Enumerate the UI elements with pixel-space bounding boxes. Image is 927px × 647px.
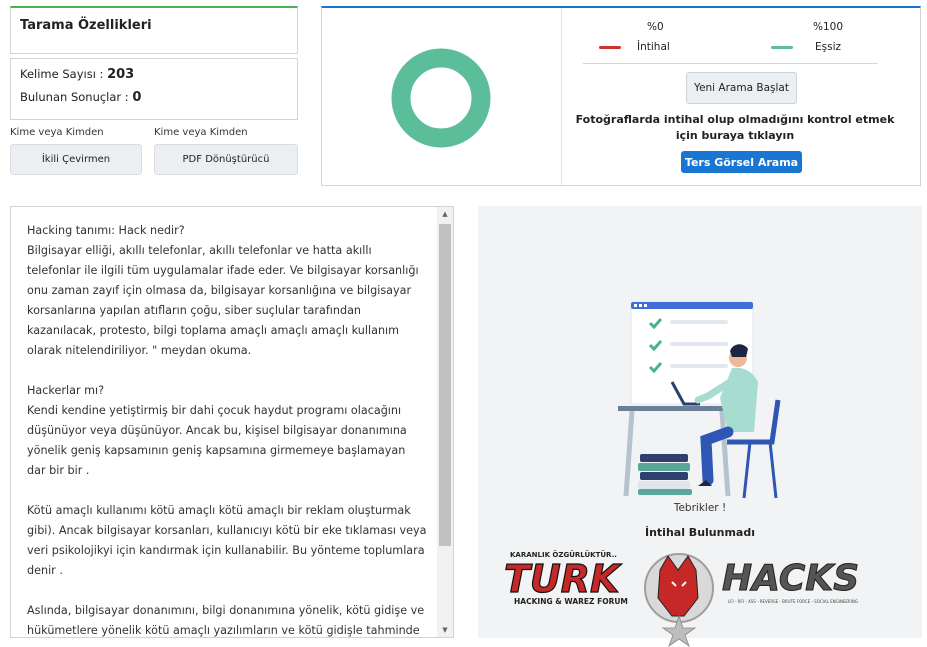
results-found-label: Bulunan Sonuçlar : bbox=[20, 90, 129, 104]
donut-unique-ring bbox=[391, 48, 491, 148]
logo-right-small: LFI - RFI - XSS - REVERSE - BRUTE FORCE … bbox=[728, 599, 858, 604]
congrats-text: Tebrikler ! bbox=[673, 502, 727, 514]
photo-check-note[interactable]: Fotoğraflarda intihal olup olmadığını ko… bbox=[575, 112, 895, 144]
logo-brand-right: HACKS bbox=[722, 558, 859, 599]
book-stack bbox=[638, 454, 692, 495]
plagiarism-percent: %0 bbox=[647, 21, 664, 33]
translator-caption: Kime veya Kimden bbox=[10, 127, 104, 138]
scan-stats-box: Kelime Sayısı : 203 Bulunan Sonuçlar : 0 bbox=[10, 58, 298, 120]
checked-text-area[interactable]: Hacking tanımı: Hack nedir? Bilgisayar e… bbox=[10, 206, 454, 638]
plagiarism-legend-label: İntihal bbox=[637, 41, 670, 53]
logo-tagline: HACKING & WAREZ FORUM bbox=[514, 597, 628, 606]
plagiarism-legend-swatch bbox=[599, 46, 621, 49]
word-count-value: 203 bbox=[107, 67, 135, 82]
turkhacks-watermark-logo: KARANLIK ÖZGÜRLÜKTÜR.. TURK HACKING & WA… bbox=[503, 550, 860, 647]
chair-legs bbox=[742, 441, 778, 499]
word-count-line: Kelime Sayısı : 203 bbox=[20, 67, 134, 82]
new-search-button[interactable]: Yeni Arama Başlat bbox=[686, 72, 797, 104]
pdf-converter-button[interactable]: PDF Dönüştürücü bbox=[154, 144, 298, 175]
logo-brand-left: TURK bbox=[504, 557, 622, 601]
word-count-label: Kelime Sayısı : bbox=[20, 67, 104, 81]
desk-top bbox=[618, 406, 740, 411]
checklist-person-illustration bbox=[618, 301, 781, 499]
scroll-down-icon[interactable]: ▼ bbox=[437, 623, 453, 637]
scan-properties-title: Tarama Özellikleri bbox=[20, 18, 152, 33]
results-found-value: 0 bbox=[132, 90, 142, 105]
unique-legend-swatch bbox=[771, 46, 793, 49]
scroll-thumb[interactable] bbox=[439, 224, 451, 546]
scan-properties-header: Tarama Özellikleri bbox=[10, 6, 298, 54]
unique-percent: %100 bbox=[813, 21, 844, 33]
binary-translator-button[interactable]: İkili Çevirmen bbox=[10, 144, 142, 175]
scroll-up-icon[interactable]: ▲ bbox=[437, 207, 453, 221]
unique-legend-label: Eşsiz bbox=[815, 41, 842, 53]
results-found-line: Bulunan Sonuçlar : 0 bbox=[20, 90, 141, 105]
reverse-image-search-button[interactable]: Ters Görsel Arama bbox=[681, 151, 802, 173]
no-plagiarism-text: İntihal Bulunmadı bbox=[645, 526, 755, 539]
result-separator bbox=[583, 63, 878, 64]
checked-text-content: Hacking tanımı: Hack nedir? Bilgisayar e… bbox=[27, 224, 427, 637]
result-divider bbox=[561, 8, 562, 185]
desk-leg bbox=[623, 410, 635, 497]
wolf-emblem-icon bbox=[644, 553, 714, 647]
plagiarism-donut-chart bbox=[391, 48, 491, 148]
pdf-converter-caption: Kime veya Kimden bbox=[154, 127, 248, 138]
checklist-board-header bbox=[631, 302, 753, 309]
